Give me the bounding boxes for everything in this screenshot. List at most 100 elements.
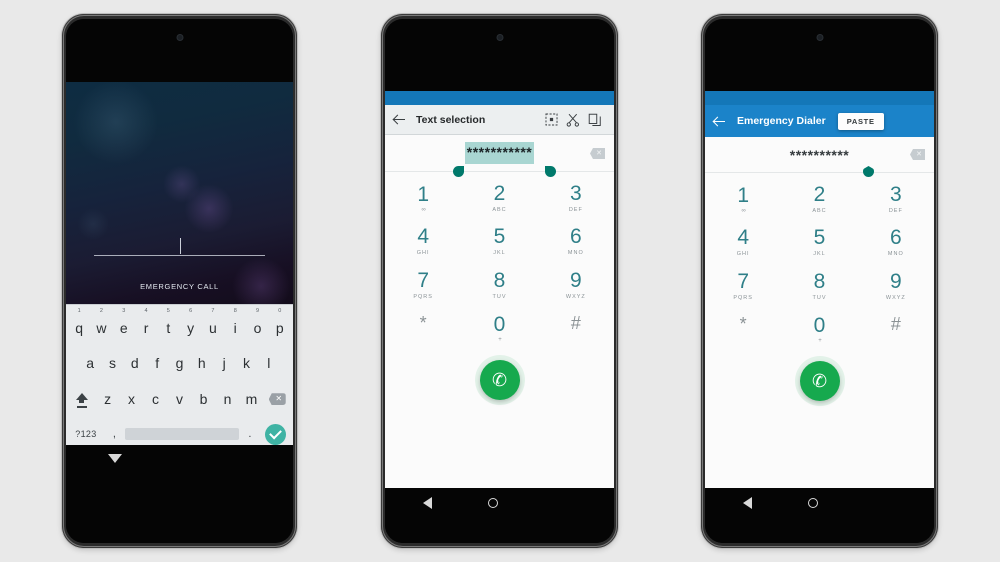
dial-key-letters: MNO <box>567 250 584 257</box>
clear-number-button[interactable]: ✕ <box>910 149 925 160</box>
nav-home-icon[interactable] <box>808 498 818 508</box>
key-label: d <box>130 354 139 371</box>
key-x[interactable]: x <box>120 381 144 417</box>
call-button[interactable]: ✆ <box>479 360 520 400</box>
dial-key-1[interactable]: 1 ∞ <box>705 178 781 221</box>
nav-home-icon[interactable] <box>488 498 498 508</box>
dial-key-digit: 6 <box>889 226 902 250</box>
dial-key-letters: MNO <box>887 251 904 258</box>
dial-key-2[interactable]: 2 ABC <box>461 177 537 220</box>
dial-key-7[interactable]: 7 PQRS <box>705 265 781 308</box>
pin-input[interactable] <box>94 234 265 256</box>
key-c[interactable]: c <box>144 381 168 417</box>
shift-key[interactable] <box>68 381 96 417</box>
hide-keyboard-icon[interactable] <box>108 454 122 463</box>
key-y[interactable]: 6y <box>179 308 201 344</box>
dial-key-letters: ABC <box>812 208 827 215</box>
key-number-hint: 4 <box>144 308 148 314</box>
key-j[interactable]: j <box>213 344 235 380</box>
key-m[interactable]: m <box>239 381 263 417</box>
key-q[interactable]: 1q <box>68 308 90 344</box>
dial-key-3[interactable]: 3 DEF <box>858 178 934 221</box>
key-b[interactable]: b <box>192 381 216 417</box>
key-d[interactable]: d <box>124 344 146 380</box>
nav-back-icon[interactable] <box>423 497 432 509</box>
key-label: c <box>152 391 160 408</box>
key-e[interactable]: 3e <box>113 308 135 344</box>
dial-key-1[interactable]: 1 ∞ <box>385 177 461 220</box>
dial-key-5[interactable]: 5 JKL <box>781 221 857 264</box>
app-bar: Emergency Dialer PASTE <box>705 105 934 137</box>
key-l[interactable]: l <box>258 344 280 380</box>
dial-key-6[interactable]: 6 MNO <box>538 220 614 263</box>
key-t[interactable]: 5t <box>157 308 179 344</box>
dial-key-digit: 8 <box>813 269 826 293</box>
phone2-status-bar <box>385 91 614 105</box>
dial-key-6[interactable]: 6 MNO <box>858 221 934 264</box>
back-arrow-icon[interactable] <box>713 115 726 128</box>
key-w[interactable]: 2w <box>90 308 112 344</box>
dial-key-star[interactable]: * <box>385 307 461 350</box>
key-z[interactable]: z <box>96 381 120 417</box>
key-label: g <box>175 354 184 371</box>
dial-key-3[interactable]: 3 DEF <box>538 177 614 220</box>
selection-handle-start[interactable] <box>453 166 464 177</box>
key-a[interactable]: a <box>79 344 101 380</box>
dial-key-5[interactable]: 5 JKL <box>461 220 537 263</box>
emergency-call-label[interactable]: EMERGENCY CALL <box>66 282 293 291</box>
dial-key-8[interactable]: 8 TUV <box>781 265 857 308</box>
phone-number-field[interactable]: *********** ✕ <box>385 135 614 177</box>
key-label: j <box>222 354 226 371</box>
dial-key-4[interactable]: 4 GHI <box>705 221 781 264</box>
dial-key-4[interactable]: 4 GHI <box>385 220 461 263</box>
delete-key[interactable]: ✕ <box>263 381 291 417</box>
phone-icon: ✆ <box>491 370 508 390</box>
dial-key-8[interactable]: 8 TUV <box>461 264 537 307</box>
key-label: x <box>128 391 136 408</box>
key-v[interactable]: v <box>168 381 192 417</box>
key-n[interactable]: n <box>216 381 240 417</box>
nav-back-icon[interactable] <box>743 497 752 509</box>
key-u[interactable]: 7u <box>202 308 224 344</box>
selection-handle-end[interactable] <box>545 166 556 177</box>
dial-key-7[interactable]: 7 PQRS <box>385 264 461 307</box>
key-label: n <box>223 391 232 408</box>
dial-key-star[interactable]: * <box>705 308 781 351</box>
dial-key-2[interactable]: 2 ABC <box>781 178 857 221</box>
key-p[interactable]: 0p <box>269 308 291 344</box>
back-arrow-icon[interactable] <box>393 113 406 126</box>
call-button[interactable]: ✆ <box>799 361 840 401</box>
dial-key-0[interactable]: 0 + <box>461 307 537 350</box>
key-o[interactable]: 9o <box>246 308 268 344</box>
check-icon <box>265 423 287 445</box>
dial-key-0[interactable]: 0 + <box>781 308 857 351</box>
phone-number-field[interactable]: ********** ✕ <box>705 137 934 177</box>
key-i[interactable]: 8i <box>224 308 246 344</box>
dial-key-hash[interactable]: # <box>538 307 614 350</box>
select-all-icon[interactable] <box>540 109 562 131</box>
key-r[interactable]: 4r <box>135 308 157 344</box>
dial-key-letters: DEF <box>568 207 583 214</box>
copy-icon[interactable] <box>584 109 606 131</box>
cut-icon[interactable] <box>562 109 584 131</box>
dial-key-9[interactable]: 9 WXYZ <box>858 265 934 308</box>
dial-key-digit: 5 <box>493 225 506 249</box>
dial-key-9[interactable]: 9 WXYZ <box>538 264 614 307</box>
paste-button[interactable]: PASTE <box>837 112 884 130</box>
key-label: z <box>104 391 112 408</box>
phone1-navbar <box>66 445 293 543</box>
lockscreen-wallpaper: EMERGENCY CALL <box>66 82 293 304</box>
key-f[interactable]: f <box>146 344 168 380</box>
phone1-screen: EMERGENCY CALL 1q2w3e4r5t6y7u8i9o0p asdf… <box>66 19 293 543</box>
key-h[interactable]: h <box>191 344 213 380</box>
dial-key-digit: 3 <box>889 183 902 207</box>
key-g[interactable]: g <box>168 344 190 380</box>
toolbar-title: Text selection <box>416 113 486 126</box>
text-selection-toolbar: Text selection <box>385 105 614 135</box>
key-number-hint: 2 <box>99 308 103 314</box>
key-k[interactable]: k <box>235 344 257 380</box>
screenshot-stage: EMERGENCY CALL 1q2w3e4r5t6y7u8i9o0p asdf… <box>0 0 1000 562</box>
clear-number-button[interactable]: ✕ <box>590 148 605 159</box>
dial-key-hash[interactable]: # <box>858 308 934 351</box>
key-s[interactable]: s <box>101 344 123 380</box>
